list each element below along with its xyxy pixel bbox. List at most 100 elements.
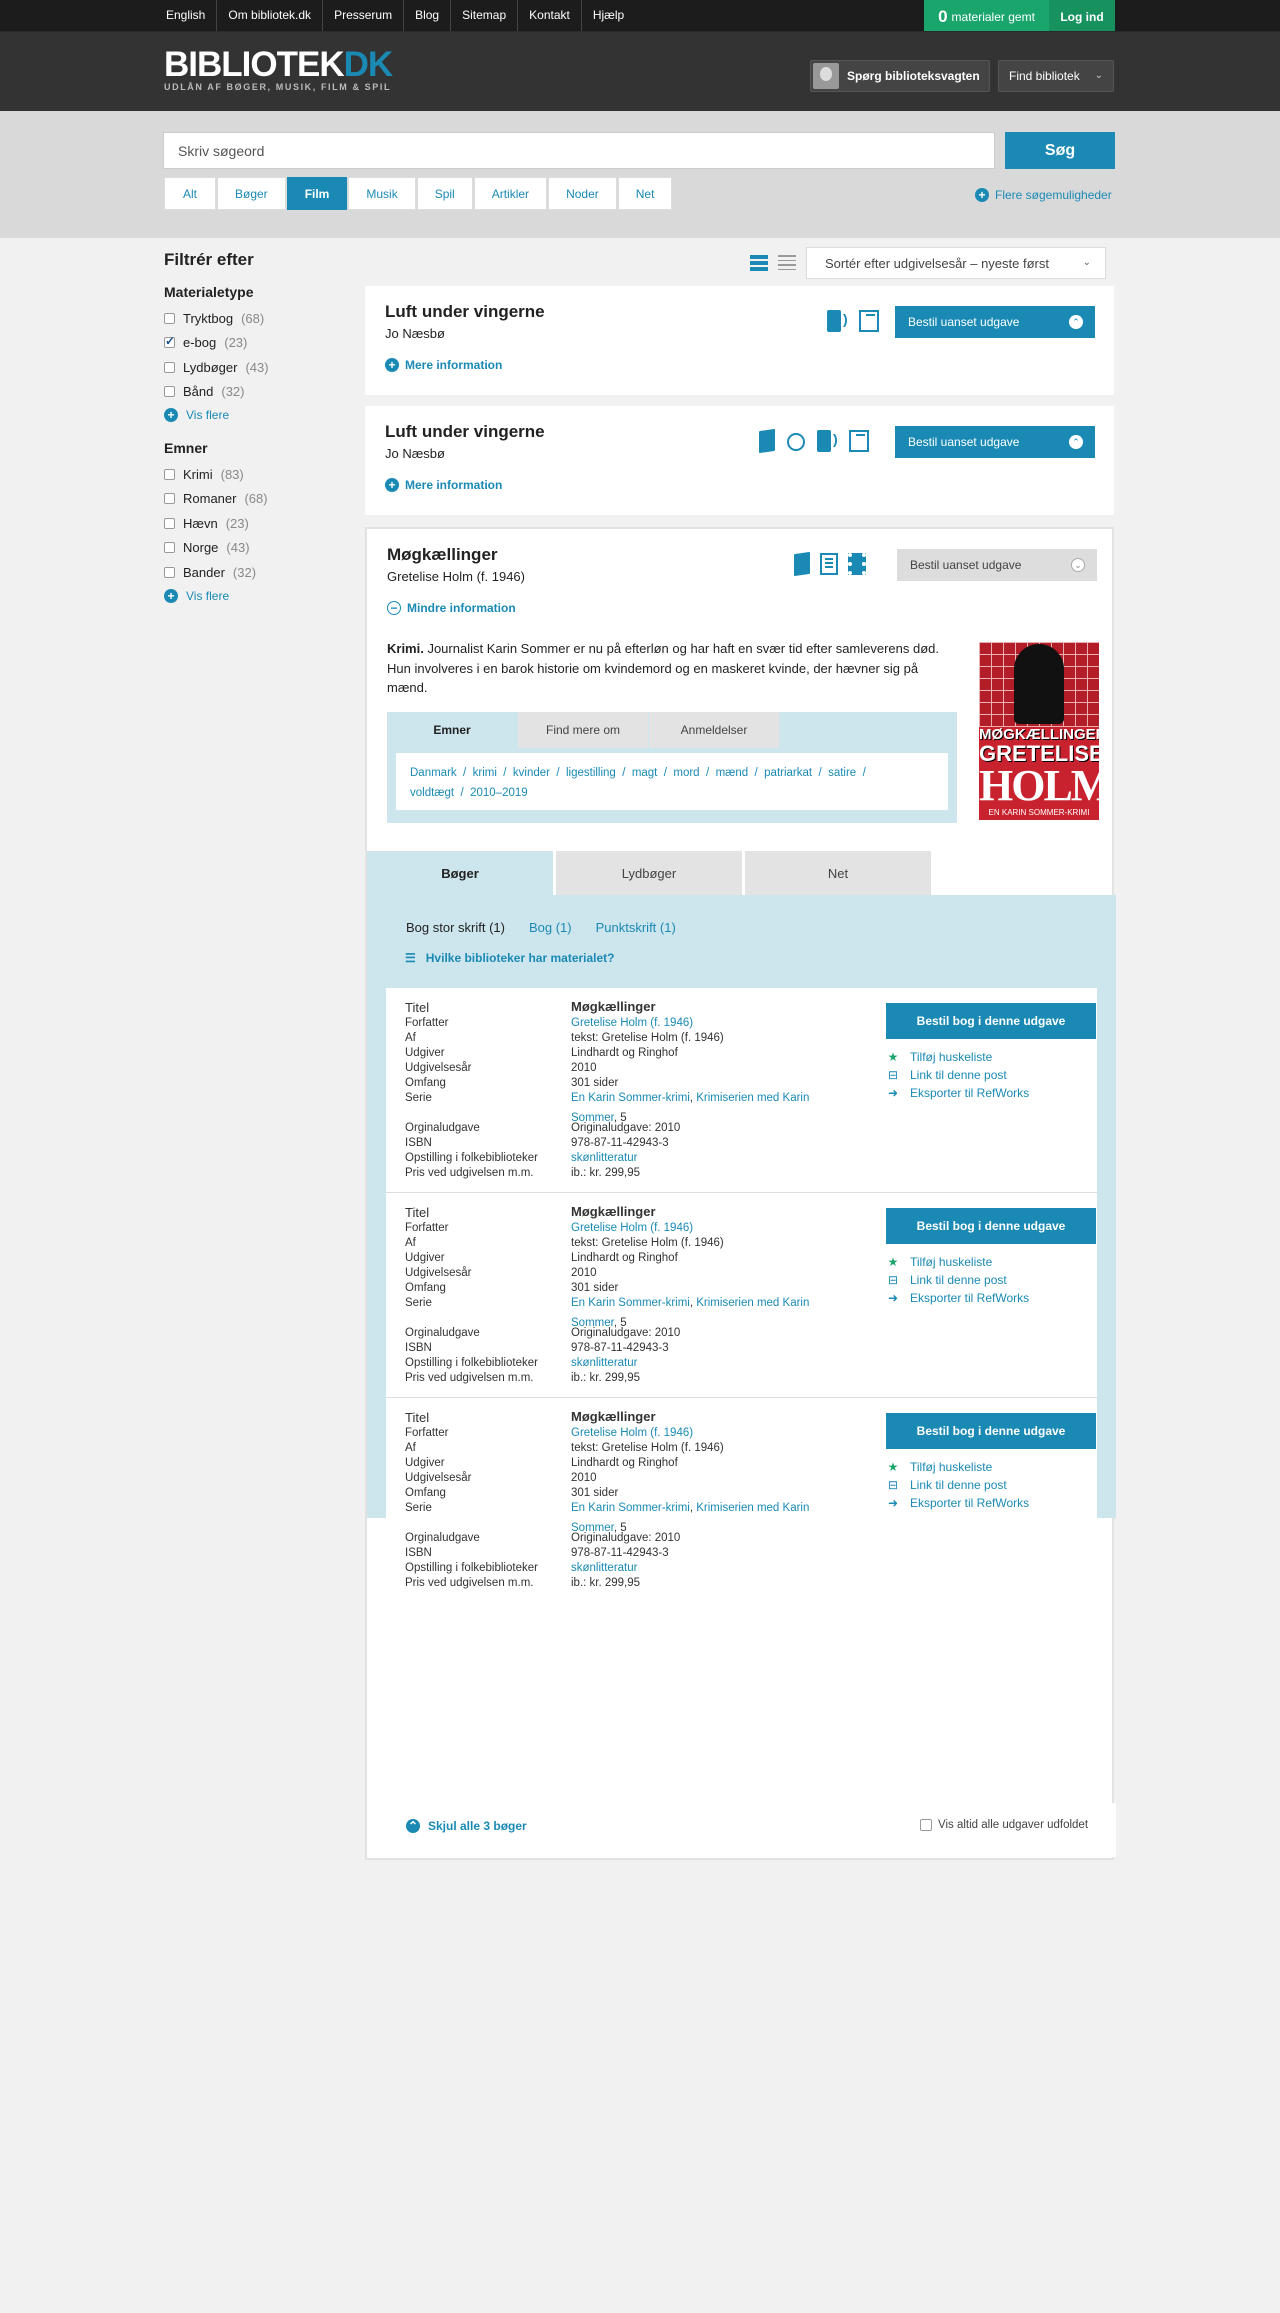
add-to-list-link[interactable]: ★ Tilføj huskeliste — [886, 1255, 993, 1269]
tab-alt[interactable]: Alt — [164, 177, 216, 210]
nav-sitemap[interactable]: Sitemap — [451, 0, 519, 31]
series-link[interactable]: En Karin Sommer-krimi — [571, 1297, 690, 1309]
edition-link-large-print[interactable]: Bog stor skrift (1) — [406, 920, 505, 935]
more-info-link[interactable]: + Mere information — [385, 478, 502, 492]
search-button[interactable]: Søg — [1005, 132, 1115, 169]
subject-link[interactable]: voldtægt — [410, 787, 454, 799]
order-this-edition-button[interactable]: Bestil bog i denne udgave — [886, 1413, 1096, 1449]
search-input[interactable]: Skriv søgeord — [163, 132, 995, 169]
always-expand-option[interactable]: Vis altid alle udgaver udfoldet — [920, 1819, 1088, 1831]
tab-games[interactable]: Spil — [416, 177, 473, 210]
more-search-options-link[interactable]: + Flere søgemuligheder — [975, 188, 1112, 202]
result-title[interactable]: Luft under vingerne — [385, 422, 545, 442]
add-to-list-link[interactable]: ★ Tilføj huskeliste — [886, 1460, 993, 1474]
export-arrow-icon: ➜ — [887, 1291, 899, 1305]
show-more-link[interactable]: + Vis flere — [164, 404, 344, 426]
series-link[interactable]: En Karin Sommer-krimi — [571, 1092, 690, 1104]
edition-link-braille[interactable]: Punktskrift (1) — [596, 920, 676, 935]
subject-link[interactable]: 2010–2019 — [470, 787, 528, 799]
tab-books[interactable]: Bøger — [367, 851, 553, 895]
tab-music[interactable]: Musik — [348, 177, 416, 210]
tab-books[interactable]: Bøger — [217, 177, 286, 210]
result-title[interactable]: Luft under vingerne — [385, 302, 545, 322]
filter-item[interactable]: Lydbøger (43) — [164, 355, 344, 380]
order-any-edition-button[interactable]: Bestil uanset udgave ⌄ — [897, 549, 1097, 581]
order-this-edition-button[interactable]: Bestil bog i denne udgave — [886, 1208, 1096, 1244]
nav-blog[interactable]: Blog — [404, 0, 452, 31]
subject-link[interactable]: magt — [632, 767, 658, 779]
checkbox[interactable] — [920, 1819, 932, 1831]
plus-icon: + — [164, 408, 178, 422]
checkbox[interactable] — [164, 493, 175, 505]
export-refworks-link[interactable]: ➜ Eksporter til RefWorks — [886, 1496, 1029, 1510]
subject-link[interactable]: satire — [828, 767, 856, 779]
add-to-list-link[interactable]: ★ Tilføj huskeliste — [886, 1050, 993, 1064]
checkbox[interactable] — [164, 386, 175, 398]
ask-librarian-button[interactable]: Spørg biblioteksvagten — [810, 60, 990, 92]
filter-item[interactable]: Bånd (32) — [164, 380, 344, 405]
series-link[interactable]: Krimiserien med Karin — [696, 1502, 809, 1514]
subject-link[interactable]: patriarkat — [764, 767, 812, 779]
filter-item[interactable]: Norge (43) — [164, 536, 344, 561]
tab-net[interactable]: Net — [617, 177, 673, 210]
order-any-edition-button[interactable]: Bestil uanset udgave ⌃ — [895, 306, 1095, 338]
filter-item[interactable]: Romaner (68) — [164, 487, 344, 512]
tab-film[interactable]: Film — [286, 177, 348, 210]
checkbox[interactable] — [164, 361, 175, 373]
subject-link[interactable]: Danmark — [410, 767, 457, 779]
checkbox[interactable] — [164, 542, 175, 554]
series-link[interactable]: Krimiserien med Karin — [696, 1092, 809, 1104]
export-refworks-link[interactable]: ➜ Eksporter til RefWorks — [886, 1086, 1029, 1100]
series-link[interactable]: En Karin Sommer-krimi — [571, 1502, 690, 1514]
filter-item[interactable]: e-bog (23) — [164, 331, 344, 356]
tab-sheet-music[interactable]: Noder — [548, 177, 617, 210]
nav-help[interactable]: Hjælp — [582, 0, 635, 31]
checkbox-checked[interactable] — [164, 334, 175, 349]
order-this-edition-button[interactable]: Bestil bog i denne udgave — [886, 1003, 1096, 1039]
site-logo[interactable]: BIBLIOTEKDK UDLÅN AF BØGER, MUSIK, FILM … — [164, 47, 393, 92]
sort-select[interactable]: Sortér efter udgivelsesår – nyeste først… — [806, 247, 1106, 279]
nav-english[interactable]: English — [155, 0, 218, 31]
subject-link[interactable]: mord — [673, 767, 699, 779]
find-library-dropdown[interactable]: Find bibliotek ⌄ — [998, 60, 1114, 92]
tab-audiobooks[interactable]: Lydbøger — [556, 851, 742, 895]
filter-item[interactable]: Tryktbog (68) — [164, 306, 344, 331]
filter-item[interactable]: Krimi (83) — [164, 462, 344, 487]
edition-link-book[interactable]: Bog (1) — [529, 920, 572, 935]
tab-net[interactable]: Net — [745, 851, 931, 895]
saved-materials-button[interactable]: 0 materialer gemt — [924, 0, 1049, 34]
tab-subjects[interactable]: Emner — [387, 712, 517, 748]
hide-all-books-link[interactable]: ⌃ Skjul alle 3 bøger — [406, 1819, 527, 1833]
filter-item[interactable]: Hævn (23) — [164, 511, 344, 536]
more-info-link[interactable]: + Mere information — [385, 358, 502, 372]
nav-about[interactable]: Om bibliotek.dk — [217, 0, 324, 31]
checkbox[interactable] — [164, 312, 175, 324]
which-libraries-link[interactable]: ☰ Hvilke biblioteker har materialet? — [405, 951, 615, 965]
link-to-post-link[interactable]: ⊟ Link til denne post — [886, 1478, 1007, 1492]
filter-item[interactable]: Bander (32) — [164, 560, 344, 585]
export-refworks-link[interactable]: ➜ Eksporter til RefWorks — [886, 1291, 1029, 1305]
checkbox[interactable] — [164, 468, 175, 480]
subject-link[interactable]: kvinder — [513, 767, 550, 779]
series-link[interactable]: Krimiserien med Karin — [696, 1297, 809, 1309]
field-label: Pris ved udgivelsen m.m. — [405, 1167, 534, 1179]
compact-view-icon[interactable] — [778, 255, 796, 271]
checkbox[interactable] — [164, 566, 175, 578]
list-view-icon[interactable] — [750, 255, 768, 271]
link-to-post-link[interactable]: ⊟ Link til denne post — [886, 1273, 1007, 1287]
nav-contact[interactable]: Kontakt — [518, 0, 582, 31]
checkbox[interactable] — [164, 517, 175, 529]
show-more-link[interactable]: + Vis flere — [164, 585, 344, 607]
tab-find-more[interactable]: Find mere om — [518, 712, 648, 748]
less-info-link[interactable]: − Mindre information — [387, 601, 516, 615]
subject-link[interactable]: ligestilling — [566, 767, 616, 779]
link-to-post-link[interactable]: ⊟ Link til denne post — [886, 1068, 1007, 1082]
tab-articles[interactable]: Artikler — [473, 177, 548, 210]
login-button[interactable]: Log ind — [1049, 0, 1115, 34]
nav-press[interactable]: Presserum — [323, 0, 405, 31]
subject-link[interactable]: krimi — [473, 767, 497, 779]
result-title[interactable]: Møgkællinger — [387, 545, 498, 565]
subject-link[interactable]: mænd — [716, 767, 749, 779]
order-any-edition-button[interactable]: Bestil uanset udgave ⌃ — [895, 426, 1095, 458]
tab-reviews[interactable]: Anmeldelser — [649, 712, 779, 748]
